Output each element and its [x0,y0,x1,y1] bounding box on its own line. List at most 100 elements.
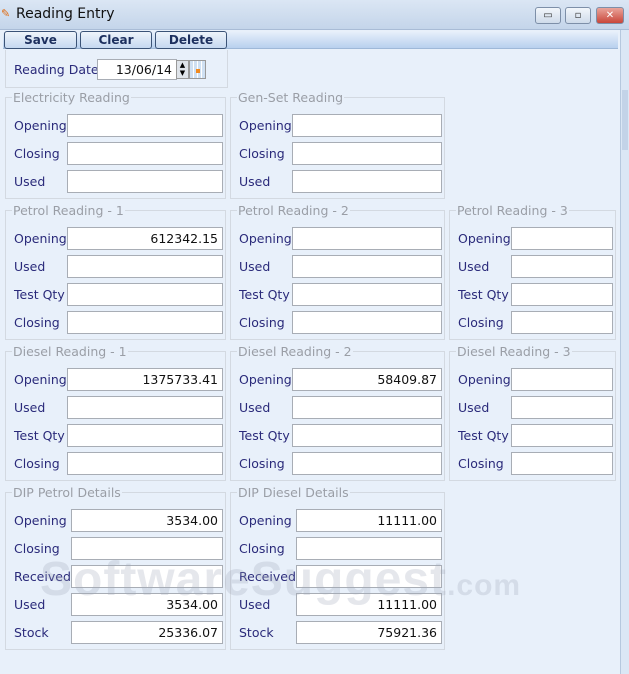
group-title: DIP Diesel Details [237,485,350,500]
field-label: Received [239,569,296,584]
group-dip-diesel: DIP Diesel Details 11111.00 Opening Closing… [230,486,445,650]
save-button[interactable]: Save [4,31,77,49]
diesel-3-used-input[interactable] [511,396,613,419]
group-title: DIP Petrol Details [12,485,122,500]
reading-date-input[interactable]: 13/06/14 [97,59,177,80]
group-diesel-3: Diesel Reading - 3 Opening Used Test Qty Clo… [449,345,616,481]
field-label: Opening [239,513,292,528]
petrol-2-test-qty-input[interactable] [292,283,442,306]
date-spinner[interactable]: ▲ ▼ [176,60,189,79]
diesel-2-closing-input[interactable] [292,452,442,475]
petrol-1-test-qty-input[interactable] [67,283,223,306]
petrol-1-closing-input[interactable] [67,311,223,334]
dip-diesel-received-input[interactable] [296,565,442,588]
field-label: Opening [14,118,67,133]
diesel-1-opening-input[interactable]: 1375733.41 [67,368,223,391]
petrol-2-opening-input[interactable] [292,227,442,250]
electricity-opening-input[interactable] [67,114,223,137]
group-title: Petrol Reading - 2 [237,203,350,218]
diesel-1-used-input[interactable] [67,396,223,419]
field-label: Test Qty [14,287,65,302]
field-label: Closing [14,315,60,330]
dip-diesel-opening-input[interactable]: 11111.00 [296,509,442,532]
petrol-3-used-input[interactable] [511,255,613,278]
field-label: Closing [239,146,285,161]
petrol-1-used-input[interactable] [67,255,223,278]
petrol-3-opening-input[interactable] [511,227,613,250]
field-label: Used [458,400,490,415]
petrol-2-closing-input[interactable] [292,311,442,334]
diesel-1-test-qty-input[interactable] [67,424,223,447]
field-label: Test Qty [458,428,509,443]
group-petrol-2: Petrol Reading - 2 Opening Used Test Qty Clo… [230,204,445,340]
diesel-2-test-qty-input[interactable] [292,424,442,447]
window-title: Reading Entry [16,6,115,22]
field-label: Closing [239,541,285,556]
field-label: Closing [239,456,285,471]
field-label: Used [239,259,271,274]
dip-petrol-used-input[interactable]: 3534.00 [71,593,223,616]
petrol-3-test-qty-input[interactable] [511,283,613,306]
group-title: Petrol Reading - 3 [456,203,569,218]
petrol-2-used-input[interactable] [292,255,442,278]
reading-date-panel: Reading Date 13/06/14 ▲ ▼ [5,50,228,88]
reading-date-label: Reading Date [14,62,99,77]
field-label: Closing [458,315,504,330]
field-label: Closing [458,456,504,471]
dip-diesel-used-input[interactable]: 11111.00 [296,593,442,616]
group-electricity: Electricity Reading Opening Closing Used [5,91,226,199]
petrol-3-closing-input[interactable] [511,311,613,334]
delete-button[interactable]: Delete [155,31,227,49]
genset-closing-input[interactable] [292,142,442,165]
diesel-2-opening-input[interactable]: 58409.87 [292,368,442,391]
genset-used-input[interactable] [292,170,442,193]
electricity-closing-input[interactable] [67,142,223,165]
genset-opening-input[interactable] [292,114,442,137]
dip-petrol-received-input[interactable] [71,565,223,588]
title-bar: ✎ Reading Entry ▭ ▫ ✕ [0,0,629,30]
toolbar: Save Clear Delete [3,31,618,49]
petrol-1-opening-input[interactable]: 612342.15 [67,227,223,250]
field-label: Closing [14,456,60,471]
diesel-1-closing-input[interactable] [67,452,223,475]
group-title: Gen-Set Reading [237,90,345,105]
group-petrol-3: Petrol Reading - 3 Opening Used Test Qty Clo… [449,204,616,340]
dip-diesel-closing-input[interactable] [296,537,442,560]
field-label: Closing [14,541,60,556]
diesel-2-used-input[interactable] [292,396,442,419]
field-label: Stock [14,625,49,640]
group-title: Diesel Reading - 1 [12,344,128,359]
field-label: Opening [14,372,67,387]
electricity-used-input[interactable] [67,170,223,193]
diesel-3-test-qty-input[interactable] [511,424,613,447]
group-diesel-1: Diesel Reading - 1 1375733.41 Opening Used T… [5,345,226,481]
vertical-scrollbar[interactable] [620,30,629,674]
field-label: Closing [14,146,60,161]
field-label: Closing [239,315,285,330]
group-title: Diesel Reading - 3 [456,344,572,359]
dip-petrol-stock-input[interactable]: 25336.07 [71,621,223,644]
dip-petrol-opening-input[interactable]: 3534.00 [71,509,223,532]
calendar-icon[interactable] [189,60,206,79]
dip-petrol-closing-input[interactable] [71,537,223,560]
field-label: Used [14,259,46,274]
group-genset: Gen-Set Reading Opening Closing Used [230,91,445,199]
field-label: Test Qty [239,287,290,302]
dip-diesel-stock-input[interactable]: 75921.36 [296,621,442,644]
clear-button[interactable]: Clear [80,31,152,49]
diesel-3-opening-input[interactable] [511,368,613,391]
maximize-button[interactable]: ▫ [565,7,591,24]
field-label: Opening [458,231,511,246]
field-label: Used [239,400,271,415]
field-label: Used [239,597,271,612]
group-title: Diesel Reading - 2 [237,344,353,359]
group-dip-petrol: DIP Petrol Details 3534.00 Opening Closing R… [5,486,226,650]
field-label: Used [14,174,46,189]
scrollbar-thumb[interactable] [622,90,628,150]
close-button[interactable]: ✕ [596,7,624,24]
diesel-3-closing-input[interactable] [511,452,613,475]
field-label: Used [239,174,271,189]
field-label: Opening [458,372,511,387]
minimize-button[interactable]: ▭ [535,7,561,24]
field-label: Received [14,569,71,584]
